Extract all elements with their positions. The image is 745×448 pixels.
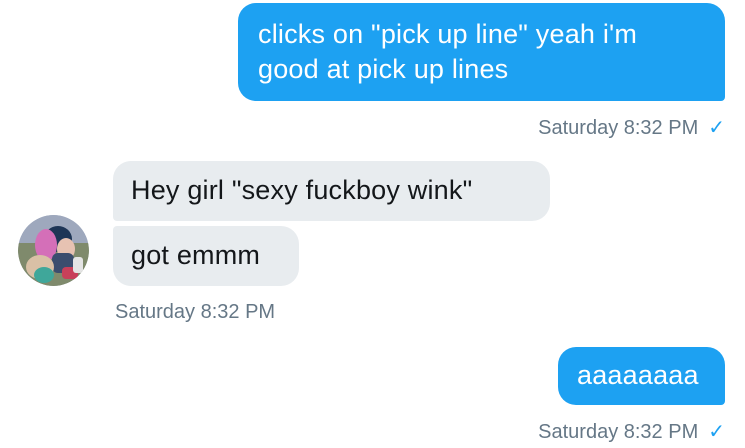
avatar-image — [18, 215, 89, 286]
timestamp-text: Saturday 8:32 PM — [538, 421, 699, 443]
message-timestamp: Saturday 8:32 PM ✓ — [538, 116, 725, 140]
conversation-thread: clicks on "pick up line" yeah i'm good a… — [0, 0, 745, 448]
received-message-bubble[interactable]: Hey girl "sexy fuckboy wink" — [113, 161, 550, 221]
message-text: got emmm — [131, 240, 261, 270]
checkmark-icon: ✓ — [708, 117, 725, 139]
message-text: Hey girl "sexy fuckboy wink" — [131, 175, 473, 205]
message-timestamp: Saturday 8:32 PM ✓ — [538, 420, 725, 444]
received-message-bubble[interactable]: got emmm — [113, 226, 299, 286]
message-text: aaaaaaaa — [577, 360, 699, 390]
sent-message-bubble[interactable]: aaaaaaaa — [558, 347, 725, 405]
timestamp-text: Saturday 8:32 PM — [115, 301, 276, 323]
sender-avatar[interactable] — [18, 215, 89, 286]
sent-message-bubble[interactable]: clicks on "pick up line" yeah i'm good a… — [238, 3, 725, 101]
checkmark-icon: ✓ — [708, 421, 725, 443]
message-text: clicks on "pick up line" yeah i'm good a… — [258, 19, 638, 84]
timestamp-text: Saturday 8:32 PM — [538, 117, 699, 139]
message-timestamp: Saturday 8:32 PM — [115, 300, 275, 324]
